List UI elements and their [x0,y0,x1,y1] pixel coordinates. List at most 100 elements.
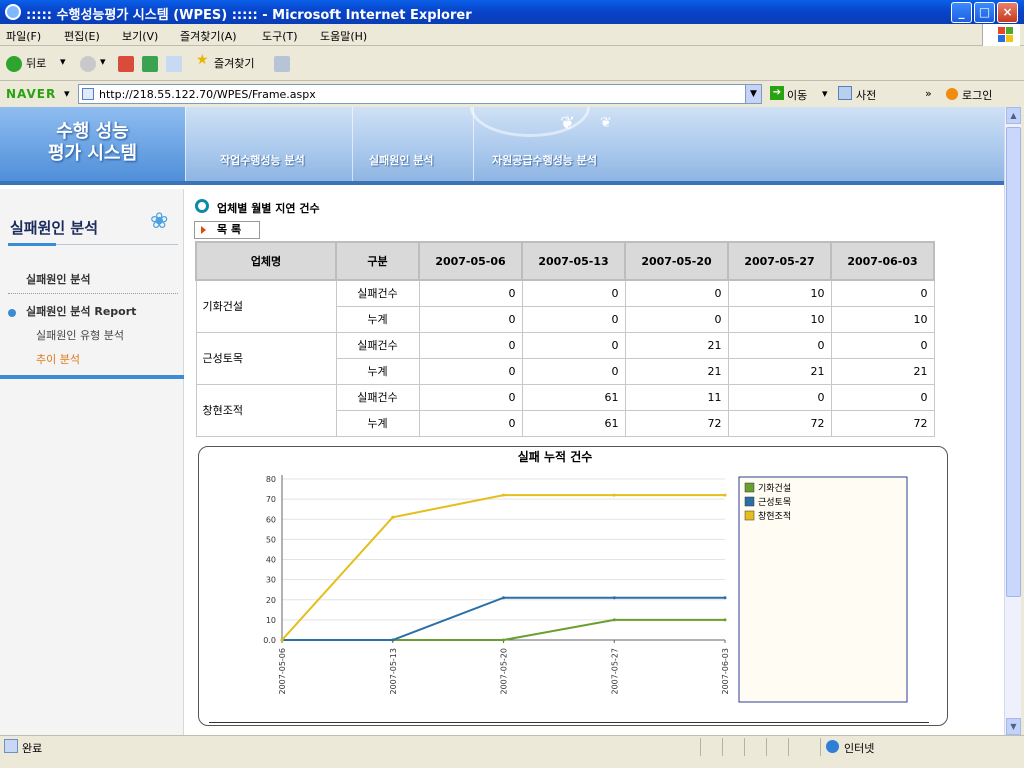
bullet-icon [8,309,16,317]
table-cell: 0 [521,279,626,307]
refresh-icon[interactable] [142,56,158,72]
address-input[interactable]: http://218.55.122.70/WPES/Frame.aspx ▼ [78,84,762,104]
y-tick-label: 70 [266,495,276,504]
data-point [502,638,505,642]
row-kind: 누계 [335,357,420,385]
x-tick-label: 2007-05-20 [500,648,509,695]
table-cell: 0 [830,279,935,307]
legend-box [738,476,908,703]
x-tick-label: 2007-05-13 [389,648,398,695]
row-kind: 누계 [335,305,420,333]
nav-task-performance[interactable]: 작업수행성능 분석 [220,152,305,168]
column-header: 2007-05-06 [418,241,523,281]
vertical-scrollbar[interactable]: ▲ ▼ [1004,107,1021,735]
menu-favorites[interactable]: 즐겨찾기(A) [180,28,237,44]
column-header: 2007-05-27 [727,241,832,281]
windows-logo-icon [982,24,1020,46]
nav-resource-supply[interactable]: 자원공급수행성능 분석 [492,152,597,168]
table-row: 창현조적 실패건수 0 61 11 0 0 [195,383,935,437]
menu-tools[interactable]: 도구(T) [262,28,298,44]
series-line [282,618,725,641]
sidebar-item-failure-analysis[interactable]: 실패원인 분석 [26,271,91,287]
row-kind: 누계 [335,409,420,437]
data-point [502,596,505,600]
series-line [282,596,725,641]
column-header: 업체명 [195,241,337,281]
site-logo[interactable]: 수행 성능 평가 시스템 [0,107,185,181]
sidebar-item-trend-analysis[interactable]: 추이 분석 [36,351,80,367]
favorites-star-icon[interactable]: ★ [196,52,209,68]
table-cell: 0 [418,305,523,333]
data-point [502,493,505,497]
back-button[interactable]: 뒤로 [26,55,46,71]
table-cell: 0 [624,305,729,333]
sidebar-title-underline [8,243,56,246]
legend-swatch [744,482,755,493]
address-url[interactable]: http://218.55.122.70/WPES/Frame.aspx [99,88,316,101]
status-bar: 완료 인터넷 [0,735,1024,758]
maximize-button[interactable]: □ [974,2,995,23]
back-dropdown-icon[interactable]: ▾ [60,55,66,68]
login-button[interactable]: 로그인 [962,87,992,103]
sidebar-item-failure-type[interactable]: 실패원인 유형 분석 [36,327,124,343]
status-divider [700,738,701,756]
minimize-button[interactable]: _ [951,2,972,23]
butterfly-icon: ❦ [560,113,576,134]
favorites-button[interactable]: 즐겨찾기 [214,55,254,71]
login-icon[interactable] [946,88,958,100]
ie-icon [5,4,21,20]
data-point [723,596,727,600]
legend-swatch [744,510,755,521]
forward-dropdown-icon[interactable]: ▾ [100,55,106,68]
status-divider [788,738,789,756]
browser-window: ::::: 수행성능평가 시스템 (WPES) ::::: - Microsof… [0,0,1024,768]
forward-arrow-icon[interactable] [80,56,96,72]
chart-panel-rule [209,722,929,723]
table-cell: 10 [830,305,935,333]
close-button[interactable]: × [997,2,1018,23]
menu-help[interactable]: 도움말(H) [320,28,367,44]
dictionary-button[interactable]: 사전 [856,87,876,103]
menu-view[interactable]: 보기(V) [122,28,158,44]
leaf-icon: ❀ [150,209,169,234]
column-header: 구분 [335,241,420,281]
menu-edit[interactable]: 편집(E) [64,28,100,44]
naver-dropdown-icon[interactable]: ▾ [64,87,70,100]
go-arrow-icon[interactable]: ➔ [770,86,784,100]
address-dropdown-icon[interactable]: ▼ [745,85,761,103]
nav-failure-cause[interactable]: 실패원인 분석 [369,152,434,168]
row-kind: 실패건수 [335,279,420,307]
y-tick-label: 60 [266,515,276,524]
sidebar: 실패원인 분석 ❀ 실패원인 분석 실패원인 분석 Report 실패원인 유형… [0,189,184,735]
toolbar: 뒤로 ▾ ▾ ★ 즐겨찾기 [0,47,1024,81]
table-cell: 0 [727,331,832,359]
naver-toolbar-logo[interactable]: NAVER [6,87,56,101]
scroll-up-icon[interactable]: ▲ [1006,107,1021,124]
content-title: 업체별 월별 지연 건수 [217,202,320,215]
menu-file[interactable]: 파일(F) [6,28,41,44]
dictionary-icon[interactable] [838,86,852,100]
sidebar-item-failure-report[interactable]: 실패원인 분석 Report [26,303,136,319]
go-button[interactable]: 이동 [787,87,807,103]
table-row: 기화건설 실패건수 0 0 0 10 0 [195,279,935,333]
scroll-down-icon[interactable]: ▼ [1006,718,1021,735]
title-bar: ::::: 수행성능평가 시스템 (WPES) ::::: - Microsof… [0,0,1024,24]
table-cell: 21 [624,357,729,385]
scroll-thumb[interactable] [1006,127,1021,597]
table-row: 근성토목 실패건수 0 0 21 0 0 [195,331,935,385]
stop-icon[interactable] [118,56,134,72]
more-chevron[interactable]: » [925,87,932,100]
data-point [391,515,395,519]
table-cell: 0 [521,331,626,359]
home-icon[interactable] [166,56,182,72]
data-point [612,618,616,622]
go-dropdown-icon[interactable]: ▾ [822,87,828,100]
window-title: ::::: 수행성능평가 시스템 (WPES) ::::: - Microsof… [26,8,472,23]
y-tick-label: 80 [266,475,276,484]
data-point [280,638,284,642]
table-cell: 0 [418,279,523,307]
media-icon[interactable] [274,56,290,72]
list-button[interactable]: 목 록 [194,221,260,239]
back-arrow-icon[interactable] [6,56,22,72]
sidebar-title: 실패원인 분석 [10,219,99,237]
